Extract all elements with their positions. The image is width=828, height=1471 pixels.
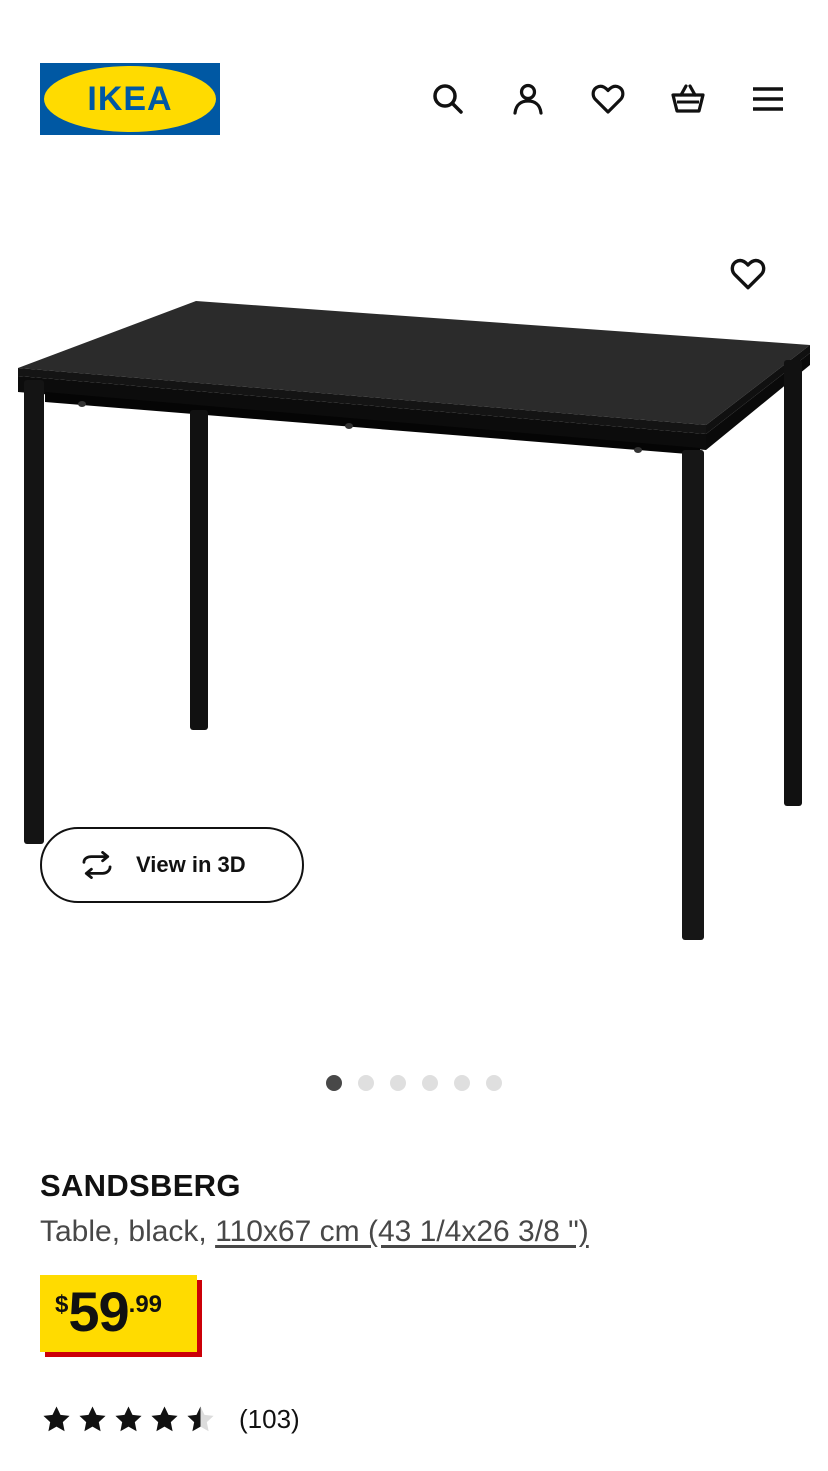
carousel-dot-2[interactable] bbox=[358, 1075, 374, 1091]
search-icon[interactable] bbox=[425, 76, 471, 122]
product-name: SANDSBERG bbox=[40, 1168, 241, 1203]
rotate-3d-icon bbox=[82, 851, 112, 879]
menu-icon[interactable] bbox=[745, 76, 791, 122]
favorites-icon[interactable] bbox=[585, 76, 631, 122]
product-description: Table, black, 110x67 cm (43 1/4x26 3/8 "… bbox=[40, 1215, 589, 1249]
carousel-dot-4[interactable] bbox=[422, 1075, 438, 1091]
ikea-logo[interactable]: IKEA bbox=[40, 63, 220, 135]
price-tag: $ 59 .99 bbox=[40, 1275, 202, 1357]
star-half-icon bbox=[187, 1406, 214, 1432]
view-in-3d-button[interactable]: View in 3D bbox=[40, 827, 304, 903]
svg-text:IKEA: IKEA bbox=[87, 80, 172, 118]
product-rating[interactable]: (103) bbox=[40, 1403, 300, 1436]
carousel-dot-5[interactable] bbox=[454, 1075, 470, 1091]
product-dimensions-link[interactable]: 110x67 cm (43 1/4x26 3/8 ") bbox=[215, 1215, 589, 1248]
view-in-3d-label: View in 3D bbox=[136, 852, 246, 877]
review-count[interactable]: (103) bbox=[239, 1404, 300, 1435]
account-icon[interactable] bbox=[505, 76, 551, 122]
image-carousel-indicator bbox=[326, 1075, 502, 1091]
carousel-dot-3[interactable] bbox=[390, 1075, 406, 1091]
star-full-icon bbox=[151, 1406, 178, 1432]
star-full-icon bbox=[43, 1406, 70, 1432]
carousel-dot-1[interactable] bbox=[326, 1075, 342, 1091]
heart-icon bbox=[730, 258, 766, 290]
add-to-favorites-button[interactable] bbox=[724, 250, 772, 298]
carousel-dot-6[interactable] bbox=[486, 1075, 502, 1091]
price-currency: $ bbox=[55, 1291, 69, 1318]
price-decimal: .99 bbox=[128, 1291, 163, 1318]
rating-stars bbox=[40, 1403, 217, 1436]
product-type-text: Table, black, bbox=[40, 1215, 216, 1248]
basket-icon[interactable] bbox=[665, 76, 711, 122]
price-integer: 59 bbox=[68, 1280, 129, 1343]
star-full-icon bbox=[79, 1406, 106, 1432]
site-header: IKEA bbox=[0, 0, 828, 200]
price-box: $ 59 .99 bbox=[40, 1275, 197, 1352]
star-full-icon bbox=[115, 1406, 142, 1432]
